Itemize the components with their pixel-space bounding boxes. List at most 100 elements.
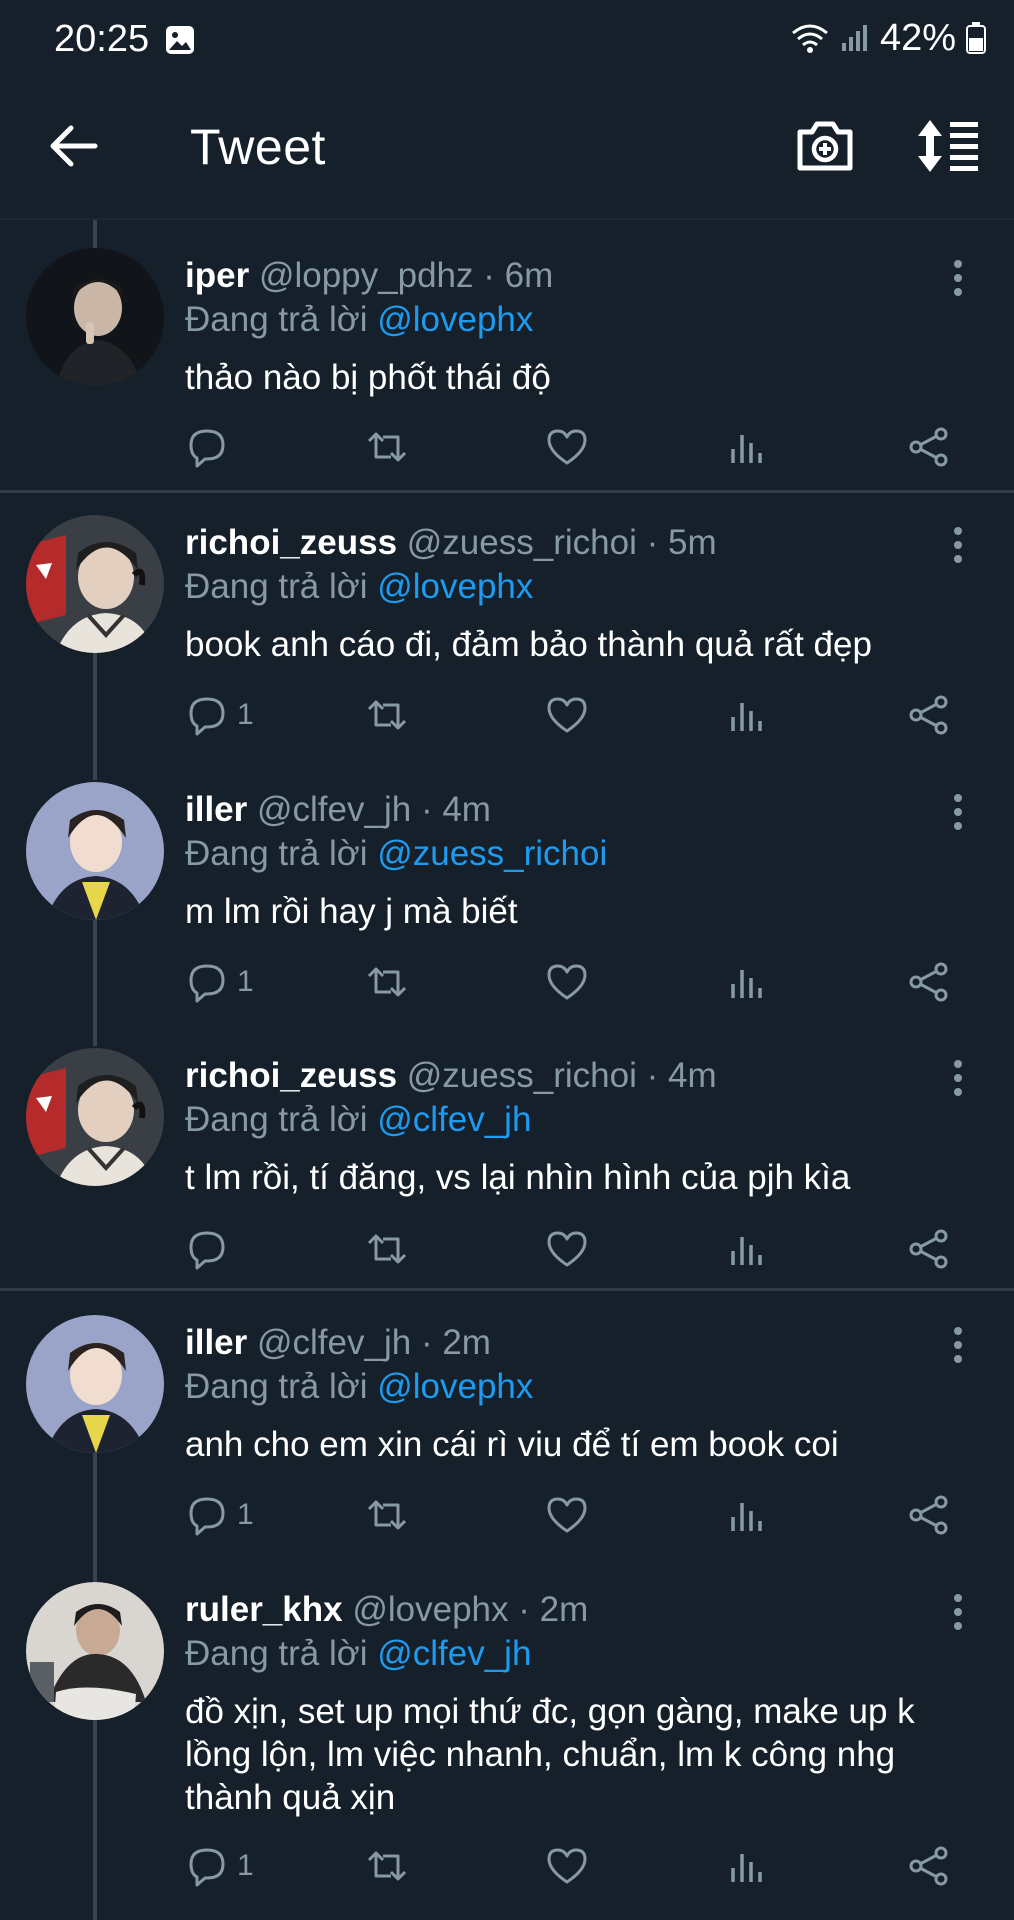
like-button[interactable]	[545, 957, 589, 1007]
timestamp: · 6m	[483, 256, 554, 295]
reply-tweet[interactable]: iller @clfev_jh · 2m Đang trả lời @lovep…	[0, 1315, 1014, 1565]
avatar[interactable]	[26, 248, 164, 386]
reply-tweet[interactable]: ruler_khx @lovephx · 2m Đang trả lời @cl…	[0, 1582, 1014, 1920]
avatar-image	[26, 515, 164, 653]
avatar[interactable]	[26, 782, 164, 920]
share-icon	[909, 695, 948, 735]
retweet-icon	[367, 1234, 407, 1264]
retweet-button[interactable]	[365, 1841, 409, 1891]
views-button[interactable]	[725, 1224, 769, 1274]
reply-button[interactable]: 1	[185, 690, 254, 740]
views-button[interactable]	[725, 690, 769, 740]
tweet-actions: 1	[185, 957, 985, 1007]
views-button[interactable]	[725, 1490, 769, 1540]
share-button[interactable]	[907, 690, 951, 740]
back-button[interactable]	[44, 118, 104, 174]
display-name[interactable]: iller	[185, 790, 247, 829]
replying-to-label: Đang trả lời	[185, 1367, 368, 1406]
display-name[interactable]: richoi_zeuss	[185, 1056, 397, 1095]
tweet-header: richoi_zeuss @zuess_richoi · 4m	[185, 1056, 717, 1096]
avatar[interactable]	[26, 515, 164, 653]
mention-link[interactable]: @lovephx	[377, 1367, 533, 1406]
tweet-actions	[185, 1224, 985, 1274]
share-button[interactable]	[907, 957, 951, 1007]
reply-tweet[interactable]: iper @loppy_pdhz · 6m Đang trả lời @love…	[0, 248, 1014, 490]
replying-to-label: Đang trả lời	[185, 1100, 368, 1139]
like-button[interactable]	[545, 1490, 589, 1540]
reply-tweet[interactable]: iller @clfev_jh · 4m Đang trả lời @zuess…	[0, 782, 1014, 1032]
reply-tweet[interactable]: richoi_zeuss @zuess_richoi · 5m Đang trả…	[0, 515, 1014, 765]
username[interactable]: @zuess_richoi	[407, 523, 637, 562]
mention-link[interactable]: @clfev_jh	[377, 1634, 531, 1673]
share-icon	[909, 962, 948, 1002]
views-button[interactable]	[725, 957, 769, 1007]
replying-to: Đang trả lời @clfev_jh	[185, 1634, 531, 1674]
avatar[interactable]	[26, 1048, 164, 1186]
mention-link[interactable]: @lovephx	[377, 300, 533, 339]
more-options-button[interactable]	[944, 523, 972, 567]
like-button[interactable]	[545, 690, 589, 740]
views-button[interactable]	[725, 1841, 769, 1891]
retweet-icon	[367, 1500, 407, 1530]
status-time: 20:25	[54, 18, 150, 60]
share-button[interactable]	[907, 422, 951, 472]
reply-button[interactable]: 1	[185, 1490, 254, 1540]
like-button[interactable]	[545, 1841, 589, 1891]
retweet-button[interactable]	[365, 1490, 409, 1540]
username[interactable]: @clfev_jh	[257, 790, 411, 829]
reply-button[interactable]: 1	[185, 957, 254, 1007]
reply-count: 1	[237, 965, 254, 998]
username[interactable]: @clfev_jh	[257, 1323, 411, 1362]
retweet-button[interactable]	[365, 1224, 409, 1274]
tweet-text: anh cho em xin cái rì viu để tí em book …	[185, 1425, 839, 1464]
reply-count: 1	[237, 1849, 254, 1882]
like-button[interactable]	[545, 1224, 589, 1274]
tweet-header: iller @clfev_jh · 2m	[185, 1323, 491, 1363]
views-button[interactable]	[725, 422, 769, 472]
more-options-button[interactable]	[944, 1590, 972, 1634]
more-options-button[interactable]	[944, 1323, 972, 1367]
share-button[interactable]	[907, 1841, 951, 1891]
replying-to-label: Đang trả lời	[185, 1634, 368, 1673]
share-button[interactable]	[907, 1224, 951, 1274]
mention-link[interactable]: @lovephx	[377, 567, 533, 606]
share-icon	[909, 427, 948, 467]
like-button[interactable]	[545, 422, 589, 472]
reply-button[interactable]: 1	[185, 1841, 254, 1891]
username[interactable]: @zuess_richoi	[407, 1056, 637, 1095]
mention-link[interactable]: @zuess_richoi	[377, 834, 607, 873]
camera-add-icon[interactable]	[794, 116, 856, 176]
display-name[interactable]: iller	[185, 1323, 247, 1362]
reply-button[interactable]	[185, 1224, 237, 1274]
reply-button[interactable]	[185, 422, 237, 472]
display-name[interactable]: richoi_zeuss	[185, 523, 397, 562]
battery-icon	[966, 22, 986, 54]
more-options-button[interactable]	[944, 256, 972, 300]
tweet-text: book anh cáo đi, đảm bảo thành quả rất đ…	[185, 625, 872, 664]
avatar[interactable]	[26, 1582, 164, 1720]
status-right: 42%	[790, 16, 986, 59]
more-options-button[interactable]	[944, 1056, 972, 1100]
battery-percent: 42%	[879, 16, 956, 59]
retweet-button[interactable]	[365, 957, 409, 1007]
replying-to: Đang trả lời @lovephx	[185, 567, 533, 607]
analytics-icon	[731, 703, 762, 731]
more-options-button[interactable]	[944, 790, 972, 834]
display-name[interactable]: ruler_khx	[185, 1590, 343, 1629]
reply-icon	[189, 1848, 225, 1887]
avatar[interactable]	[26, 1315, 164, 1453]
avatar-image	[26, 1315, 164, 1453]
retweet-button[interactable]	[365, 690, 409, 740]
share-button[interactable]	[907, 1490, 951, 1540]
retweet-button[interactable]	[365, 422, 409, 472]
tweet-actions: 1	[185, 690, 985, 740]
username[interactable]: @loppy_pdhz	[259, 256, 474, 295]
arrow-left-icon	[50, 125, 98, 167]
display-name[interactable]: iper	[185, 256, 249, 295]
mention-link[interactable]: @clfev_jh	[377, 1100, 531, 1139]
retweet-icon	[367, 700, 407, 730]
sort-replies-icon[interactable]	[916, 116, 982, 176]
reply-tweet[interactable]: richoi_zeuss @zuess_richoi · 4m Đang trả…	[0, 1048, 1014, 1288]
username[interactable]: @lovephx	[352, 1590, 508, 1629]
timestamp: · 5m	[646, 523, 717, 562]
